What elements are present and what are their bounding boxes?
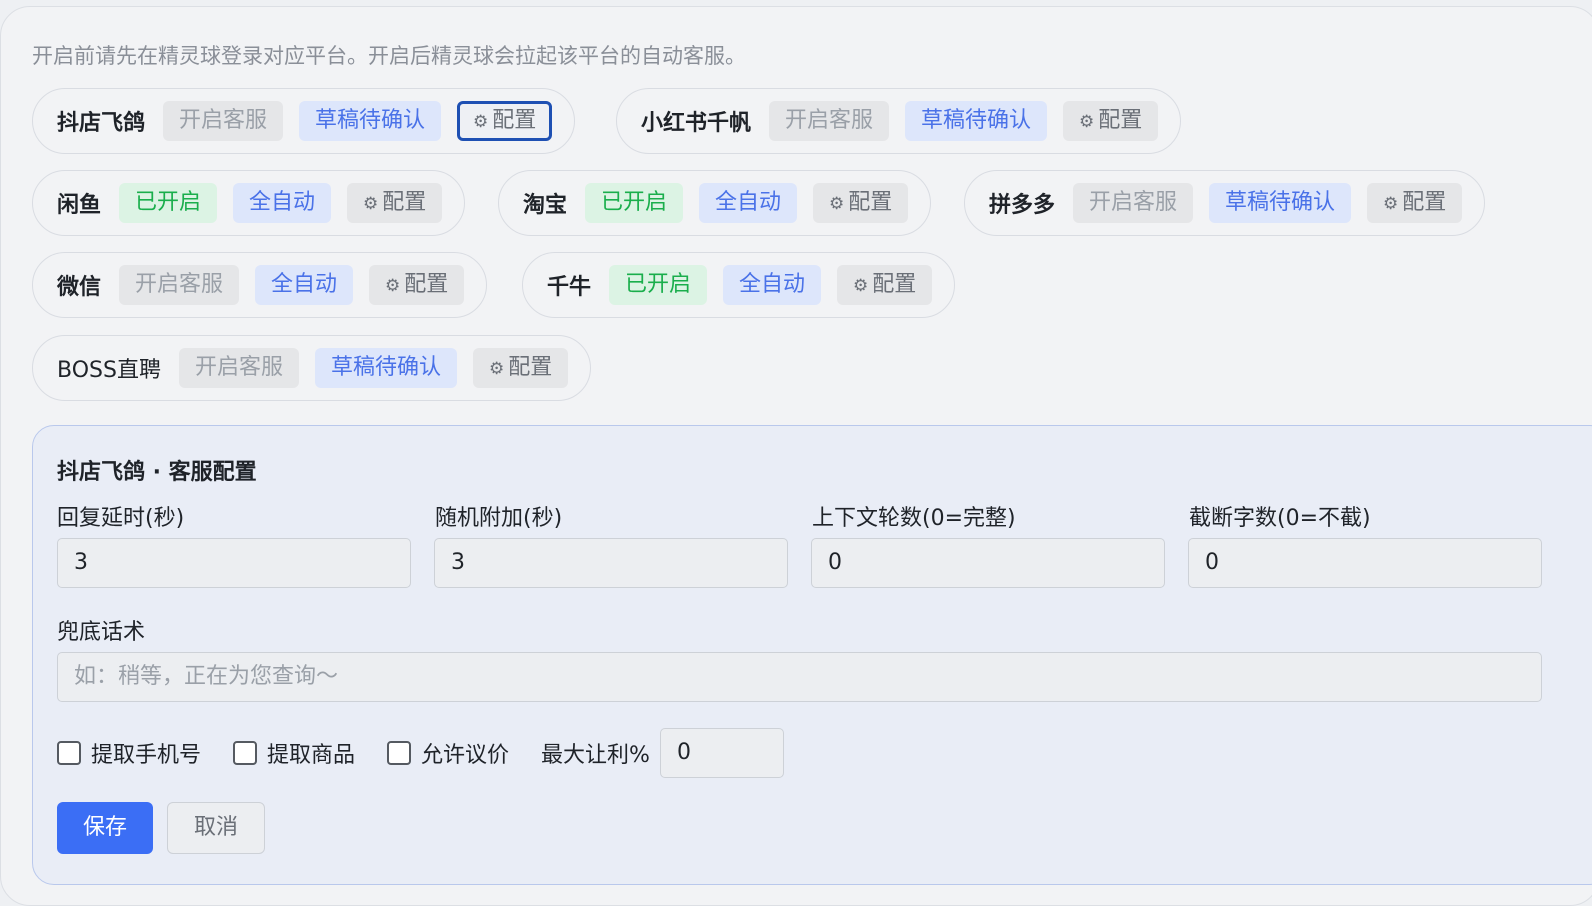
platform-name: 小红书千帆 (641, 111, 752, 136)
platform-name: 拼多多 (989, 193, 1056, 218)
gear-icon: ⚙ (1079, 112, 1095, 132)
mode-badge[interactable]: 草稿待确认 (314, 348, 457, 388)
gear-icon: ⚙ (853, 276, 869, 296)
config-label: 配置 (848, 190, 893, 215)
platform-name: 抖店飞鸽 (57, 111, 146, 136)
gear-icon: ⚙ (1383, 194, 1399, 214)
config-panel-title: 抖店飞鸽 · 客服配置 (57, 460, 257, 485)
fallback-script-input[interactable]: 如：稍等，正在为您查询～ (57, 652, 1542, 702)
platform-name: 淘宝 (523, 193, 568, 218)
platform-card-douyin: 抖店飞鸽 开启客服 草稿待确认 ⚙ 配置 (32, 88, 576, 154)
mode-badge[interactable]: 全自动 (233, 183, 332, 223)
extract-product-option[interactable]: 提取商品 (233, 737, 355, 769)
fallback-script-label: 兜底话术 (57, 620, 146, 645)
mode-badge[interactable]: 草稿待确认 (1209, 183, 1352, 223)
gear-icon: ⚙ (385, 276, 401, 296)
platform-name: 微信 (57, 275, 102, 300)
config-button[interactable]: ⚙ 配置 (347, 183, 443, 223)
reply-delay-input[interactable]: 3 (57, 538, 411, 588)
truncate-chars-input[interactable]: 0 (1188, 538, 1542, 588)
gear-icon: ⚙ (473, 112, 489, 132)
status-toggle-button[interactable]: 开启客服 (119, 265, 240, 305)
gear-icon: ⚙ (363, 194, 379, 214)
extract-phone-checkbox[interactable] (57, 741, 81, 765)
platform-card-pinduoduo: 拼多多 开启客服 草稿待确认 ⚙ 配置 (964, 170, 1486, 236)
status-toggle-button[interactable]: 开启客服 (178, 348, 299, 388)
random-extra-input[interactable]: 3 (434, 538, 788, 588)
status-toggle-button[interactable]: 已开启 (609, 265, 708, 305)
extract-phone-label: 提取手机号 (91, 743, 202, 768)
allow-bargain-label: 允许议价 (421, 743, 510, 768)
allow-bargain-option[interactable]: 允许议价 (387, 737, 509, 769)
platform-card-qianniu: 千牛 已开启 全自动 ⚙ 配置 (522, 252, 956, 318)
config-label: 配置 (382, 190, 427, 215)
mode-badge[interactable]: 全自动 (723, 265, 822, 305)
config-label: 配置 (1098, 108, 1143, 133)
extract-phone-option[interactable]: 提取手机号 (57, 737, 201, 769)
mode-badge[interactable]: 全自动 (699, 183, 798, 223)
options-row: 提取手机号 提取商品 允许议价 最大让利% 0 (57, 728, 784, 778)
platform-card-xianyu: 闲鱼 已开启 全自动 ⚙ 配置 (32, 170, 466, 236)
platform-card-xiaohongshu: 小红书千帆 开启客服 草稿待确认 ⚙ 配置 (616, 88, 1182, 154)
platform-card-boss: BOSS直聘 开启客服 草稿待确认 ⚙ 配置 (32, 335, 592, 401)
mode-badge[interactable]: 全自动 (255, 265, 354, 305)
gear-icon: ⚙ (488, 359, 505, 379)
platform-card-wechat: 微信 开启客服 全自动 ⚙ 配置 (32, 252, 488, 318)
max-discount-label: 最大让利% (541, 743, 650, 768)
random-extra-label: 随机附加(秒) (435, 506, 563, 531)
config-label: 配置 (492, 108, 537, 133)
status-toggle-button[interactable]: 开启客服 (1073, 183, 1194, 223)
allow-bargain-checkbox[interactable] (387, 741, 412, 765)
status-toggle-button[interactable]: 开启客服 (769, 101, 890, 141)
extract-product-label: 提取商品 (267, 743, 356, 768)
config-button[interactable]: ⚙ 配置 (369, 265, 465, 305)
platform-name: 千牛 (547, 275, 592, 300)
config-button[interactable]: ⚙ 配置 (457, 101, 553, 141)
status-toggle-button[interactable]: 开启客服 (163, 101, 284, 141)
config-button[interactable]: ⚙ 配置 (1063, 101, 1159, 141)
platform-name: BOSS直聘 (57, 358, 161, 383)
truncate-chars-label: 截断字数(0=不截) (1189, 506, 1371, 531)
cancel-button[interactable]: 取消 (167, 802, 265, 854)
status-toggle-button[interactable]: 已开启 (585, 183, 684, 223)
extract-product-checkbox[interactable] (233, 741, 258, 765)
platform-name: 闲鱼 (57, 193, 102, 218)
config-label: 配置 (508, 355, 553, 380)
reply-delay-label: 回复延时(秒) (57, 506, 185, 531)
max-discount-input[interactable]: 0 (659, 728, 784, 778)
config-label: 配置 (872, 272, 917, 297)
gear-icon: ⚙ (829, 194, 845, 214)
config-button[interactable]: ⚙ 配置 (1367, 183, 1463, 223)
config-button[interactable]: ⚙ 配置 (472, 348, 569, 388)
config-button[interactable]: ⚙ 配置 (813, 183, 909, 223)
context-rounds-input[interactable]: 0 (811, 538, 1165, 588)
config-label: 配置 (404, 272, 449, 297)
platform-card-taobao: 淘宝 已开启 全自动 ⚙ 配置 (498, 170, 932, 236)
config-panel: 抖店飞鸽 · 客服配置 回复延时(秒) 3 随机附加(秒) 3 上下文轮数(0=… (32, 425, 1592, 885)
context-rounds-label: 上下文轮数(0=完整) (812, 506, 1016, 531)
mode-badge[interactable]: 草稿待确认 (299, 101, 442, 141)
config-button[interactable]: ⚙ 配置 (837, 265, 933, 305)
status-toggle-button[interactable]: 已开启 (119, 183, 218, 223)
save-button[interactable]: 保存 (57, 802, 153, 854)
mode-badge[interactable]: 草稿待确认 (905, 101, 1048, 141)
hint-text: 开启前请先在精灵球登录对应平台。开启后精灵球会拉起该平台的自动客服。 (32, 44, 746, 68)
config-label: 配置 (1402, 190, 1447, 215)
